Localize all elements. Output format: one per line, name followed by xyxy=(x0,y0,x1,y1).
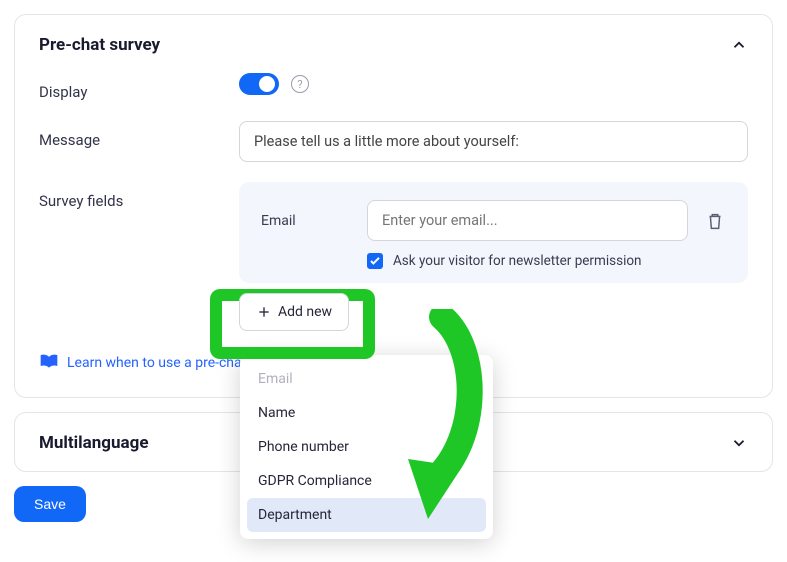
chevron-up-icon xyxy=(730,36,748,54)
trash-icon[interactable] xyxy=(704,210,726,232)
fields-panel: Email Ask your visitor for newsletter p xyxy=(239,182,748,283)
survey-fields-row: Survey fields Email xyxy=(39,182,748,283)
display-toggle[interactable] xyxy=(239,73,279,95)
field-label: Email xyxy=(261,213,351,229)
display-label: Display xyxy=(39,73,239,101)
newsletter-label: Ask your visitor for newsletter permissi… xyxy=(393,253,642,269)
prechat-survey-header[interactable]: Pre-chat survey xyxy=(15,15,772,73)
multilanguage-title: Multilanguage xyxy=(39,433,149,453)
book-icon xyxy=(39,353,59,373)
panel-title: Pre-chat survey xyxy=(39,35,160,55)
dropdown-item-gdpr[interactable]: GDPR Compliance xyxy=(247,464,486,498)
newsletter-checkbox[interactable] xyxy=(367,253,383,269)
prechat-survey-panel: Pre-chat survey Display ? Message Survey… xyxy=(14,14,773,398)
add-new-button[interactable]: Add new xyxy=(239,293,349,331)
help-icon[interactable]: ? xyxy=(291,75,309,93)
message-input[interactable] xyxy=(239,121,748,162)
message-row: Message xyxy=(39,121,748,162)
save-button[interactable]: Save xyxy=(14,486,86,522)
add-new-label: Add new xyxy=(278,304,332,320)
field-row-email: Email xyxy=(261,200,726,241)
message-label: Message xyxy=(39,121,239,149)
dropdown-item-department[interactable]: Department xyxy=(247,498,486,532)
dropdown-item-email[interactable]: Email xyxy=(247,362,486,396)
dropdown-item-name[interactable]: Name xyxy=(247,396,486,430)
email-field-input[interactable] xyxy=(367,200,688,241)
field-type-dropdown: Email Name Phone number GDPR Compliance … xyxy=(240,355,493,539)
plus-icon xyxy=(256,304,272,320)
dropdown-item-phone[interactable]: Phone number xyxy=(247,430,486,464)
chevron-down-icon xyxy=(730,434,748,452)
display-row: Display ? xyxy=(39,73,748,101)
prechat-body: Display ? Message Survey fields Email xyxy=(15,73,772,397)
survey-fields-label: Survey fields xyxy=(39,182,239,210)
newsletter-row: Ask your visitor for newsletter permissi… xyxy=(367,253,726,269)
